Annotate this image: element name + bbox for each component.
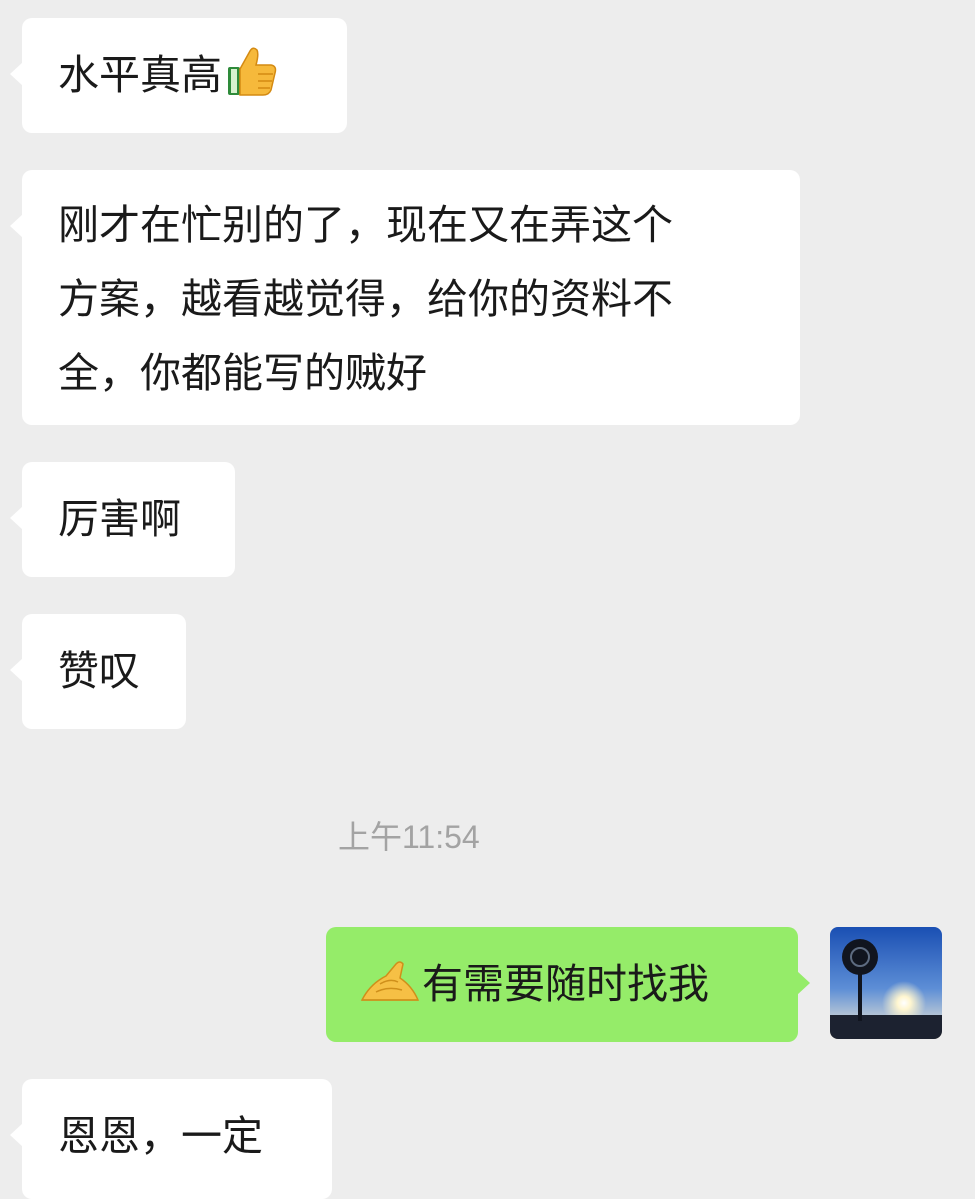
message-text-line: 方案，越看越觉得，给你的资料不 xyxy=(58,275,673,323)
message-text: 赞叹 xyxy=(58,647,140,695)
message-bubble-incoming[interactable]: 刚才在忙别的了，现在又在弄这个 方案，越看越觉得，给你的资料不 全，你都能写的贼… xyxy=(10,170,800,425)
message-text-line: 全，你都能写的贼好 xyxy=(58,349,427,397)
message-bubble-incoming[interactable]: 厉害啊 xyxy=(10,462,235,577)
message-text: 有需要随时找我 xyxy=(422,960,709,1008)
message-text: 水平真高 xyxy=(58,51,222,99)
message-bubble-outgoing[interactable]: 有需要随时找我 xyxy=(326,927,810,1042)
message-text: 恩恩，一定 xyxy=(58,1112,263,1160)
message-text-line: 刚才在忙别的了，现在又在弄这个 xyxy=(58,201,673,249)
message-bubble-incoming[interactable]: 恩恩，一定 xyxy=(10,1079,332,1199)
pinching-hands-icon xyxy=(360,954,420,1004)
thumbs-up-icon xyxy=(226,45,278,97)
message-timestamp: 上午11:54 xyxy=(338,819,480,855)
avatar[interactable] xyxy=(830,927,942,1039)
message-bubble-incoming[interactable]: 赞叹 xyxy=(10,614,186,729)
message-text: 厉害啊 xyxy=(58,495,181,543)
message-bubble-incoming[interactable]: 水平真高 xyxy=(10,18,347,133)
chat-area: 水平真高 刚才在忙别的了，现在又在弄这个 方案，越看越觉得，给你的资料不 全，你… xyxy=(0,0,975,1199)
